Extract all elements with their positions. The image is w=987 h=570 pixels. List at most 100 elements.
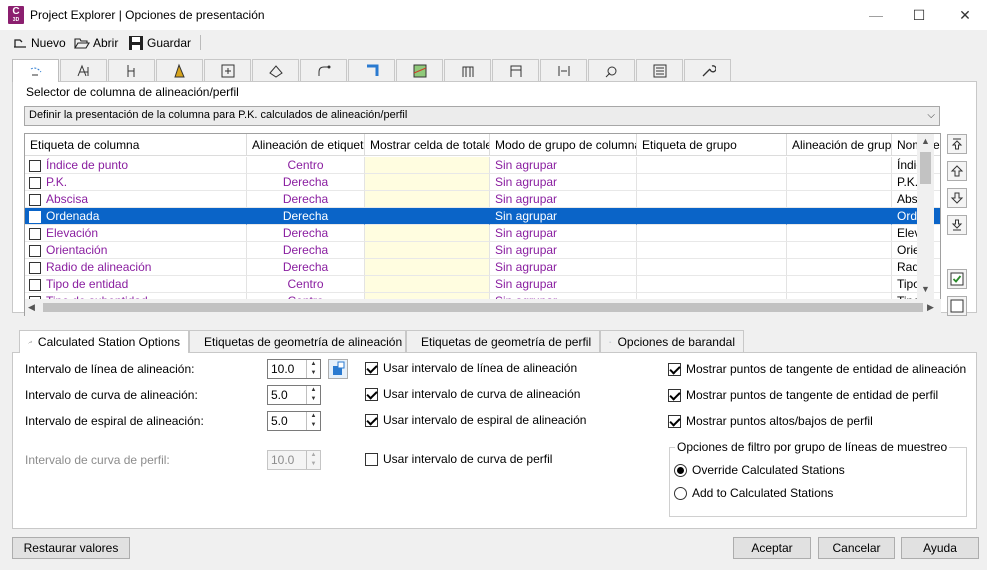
grid-cell[interactable]: P.K. (25, 174, 247, 191)
scroll-down-icon[interactable]: ▼ (917, 284, 934, 294)
table-row[interactable]: Elevación Derecha Sin agrupar Eleva (25, 225, 940, 242)
checkbox-box[interactable] (365, 452, 378, 466)
grid-cell[interactable]: Derecha (247, 242, 365, 259)
grid-cell[interactable]: Derecha (247, 208, 365, 225)
grid-cell[interactable]: Radio de alineación (25, 259, 247, 276)
table-row[interactable]: Tipo de entidad Centro Sin agrupar Tipo d (25, 276, 940, 293)
grid-cell[interactable] (637, 259, 787, 276)
use-spiral-interval-checkbox[interactable]: Usar intervalo de espiral de alineación (365, 413, 586, 427)
grid-cell[interactable]: Centro (247, 157, 365, 174)
grid-cell[interactable] (787, 191, 892, 208)
table-row[interactable]: P.K. Derecha Sin agrupar P.K. (25, 174, 940, 191)
new-button[interactable]: Nuevo (12, 34, 66, 52)
spin-down-icon[interactable]: ▼ (307, 421, 320, 430)
row-checkbox[interactable] (29, 177, 41, 189)
alignment-line-interval-input[interactable]: 10.0 ▲ ▼ (267, 359, 321, 379)
override-calculated-stations-radio[interactable]: Override Calculated Stations (674, 463, 845, 477)
use-line-interval-checkbox[interactable]: Usar intervalo de línea de alineación (365, 361, 577, 375)
grid-cell[interactable]: Centro (247, 276, 365, 293)
column-selector-dropdown[interactable]: Definir la presentación de la columna pa… (24, 106, 940, 126)
tab-calculated-station-options[interactable]: Calculated Station Options (19, 330, 189, 353)
spin-buttons[interactable]: ▲ ▼ (306, 386, 320, 404)
icon-tab-sample-lines[interactable] (396, 59, 443, 81)
accept-button[interactable]: Aceptar (733, 537, 811, 559)
icon-tab-section[interactable] (540, 59, 587, 81)
grid-cell[interactable]: Sin agrupar (490, 157, 637, 174)
row-checkbox[interactable] (29, 194, 41, 206)
grid-cell[interactable]: Sin agrupar (490, 208, 637, 225)
radio-dot[interactable] (674, 463, 687, 477)
grid-cell[interactable]: Sin agrupar (490, 191, 637, 208)
spin-down-icon[interactable]: ▼ (307, 369, 320, 378)
icon-tab-pressure-network[interactable] (348, 59, 395, 81)
grid-cell[interactable] (365, 225, 490, 242)
grid-cell[interactable] (787, 174, 892, 191)
spin-buttons[interactable]: ▲ ▼ (306, 360, 320, 378)
move-down-button[interactable] (947, 188, 967, 208)
tab-alignment-geometry-labels[interactable]: Etiquetas de geometría de alineación (189, 330, 406, 352)
grid-cell[interactable]: Orientación (25, 242, 247, 259)
grid-cell[interactable] (787, 225, 892, 242)
horizontal-scrollbar[interactable]: ◀ ▶ (25, 299, 941, 316)
scroll-thumb-horizontal[interactable] (43, 303, 923, 312)
grid-cell[interactable] (365, 174, 490, 191)
move-bottom-button[interactable] (947, 215, 967, 235)
scroll-up-icon[interactable]: ▲ (917, 136, 934, 146)
grid-cell[interactable]: Sin agrupar (490, 174, 637, 191)
row-checkbox[interactable] (29, 160, 41, 172)
grid-cell[interactable]: Sin agrupar (490, 276, 637, 293)
grid-cell[interactable]: Derecha (247, 225, 365, 242)
icon-tab-alignment[interactable] (60, 59, 107, 81)
use-curve-interval-checkbox[interactable]: Usar intervalo de curva de alineación (365, 387, 580, 401)
maximize-button[interactable]: ☐ (905, 4, 933, 26)
grid-cell[interactable]: Derecha (247, 174, 365, 191)
grid-cell[interactable] (637, 276, 787, 293)
uncheck-all-button[interactable] (947, 296, 967, 316)
grid-header[interactable]: Modo de grupo de columnas (490, 134, 637, 156)
save-button[interactable]: Guardar (128, 34, 191, 52)
grid-cell[interactable] (787, 208, 892, 225)
row-checkbox[interactable] (29, 279, 41, 291)
grid-cell[interactable] (787, 259, 892, 276)
row-checkbox[interactable] (29, 211, 41, 223)
spin-up-icon[interactable]: ▲ (307, 386, 320, 395)
grid-header[interactable]: Mostrar celda de totales (365, 134, 490, 156)
grid-cell[interactable] (637, 174, 787, 191)
checkbox-box[interactable] (668, 388, 681, 402)
table-row[interactable]: Radio de alineación Derecha Sin agrupar Rad… (25, 259, 940, 276)
checkbox-box[interactable] (365, 413, 378, 427)
pick-interval-button[interactable] (328, 359, 348, 379)
minimize-button[interactable]: — (862, 4, 890, 26)
grid-cell[interactable]: Derecha (247, 259, 365, 276)
spin-down-icon[interactable]: ▼ (307, 395, 320, 404)
close-button[interactable]: ✕ (951, 4, 979, 26)
grid-cell[interactable]: Sin agrupar (490, 225, 637, 242)
check-all-button[interactable] (947, 269, 967, 289)
alignment-curve-interval-input[interactable]: 5.0 ▲ ▼ (267, 385, 321, 405)
grid-cell[interactable] (365, 191, 490, 208)
icon-tab-corridor[interactable] (156, 59, 203, 81)
grid-cell[interactable] (365, 208, 490, 225)
grid-header[interactable]: Etiqueta de columna (25, 134, 247, 156)
cancel-button[interactable]: Cancelar (818, 537, 895, 559)
show-high-low-checkbox[interactable]: Mostrar puntos altos/bajos de perfil (668, 414, 873, 428)
row-checkbox[interactable] (29, 245, 41, 257)
grid-cell[interactable]: Abscisa (25, 191, 247, 208)
scroll-thumb[interactable] (920, 152, 931, 184)
tab-profile-geometry-labels[interactable]: Etiquetas de geometría de perfil (406, 330, 600, 352)
spin-buttons[interactable]: ▲ ▼ (306, 412, 320, 430)
show-profile-tangent-checkbox[interactable]: Mostrar puntos de tangente de entidad de… (668, 388, 938, 402)
spin-up-icon[interactable]: ▲ (307, 360, 320, 369)
grid-cell[interactable]: Sin agrupar (490, 242, 637, 259)
icon-tab-pipe-network[interactable] (300, 59, 347, 81)
icon-tab-part[interactable] (492, 59, 539, 81)
checkbox-box[interactable] (365, 361, 378, 375)
icon-tab-points[interactable] (588, 59, 635, 81)
vertical-scrollbar[interactable]: ▲ ▼ (917, 134, 934, 299)
table-row[interactable]: Orientación Derecha Sin agrupar Orien (25, 242, 940, 259)
grid-cell[interactable] (637, 242, 787, 259)
alignment-spiral-interval-input[interactable]: 5.0 ▲ ▼ (267, 411, 321, 431)
row-checkbox[interactable] (29, 228, 41, 240)
grid-cell[interactable] (365, 276, 490, 293)
icon-tab-assembly[interactable] (204, 59, 251, 81)
